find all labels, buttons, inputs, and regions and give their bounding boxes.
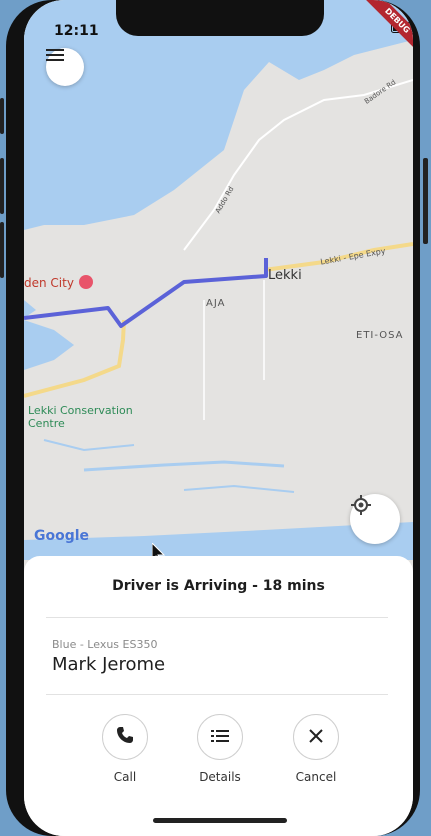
my-location-button[interactable] [350,494,400,544]
menu-button[interactable] [46,48,84,86]
action-row: Call Details Cancel [24,714,413,794]
details-action[interactable]: Details [180,714,260,784]
map-label-eti-osa: ETI-OSA [356,330,404,341]
mute-switch [0,98,4,134]
app-screen: 12:11 DEBUG den City Lekki AJA ETI-OSA L… [24,0,413,836]
cancel-action[interactable]: Cancel [276,714,356,784]
details-label: Details [199,770,241,784]
cancel-label: Cancel [295,770,337,784]
google-attribution: Google [34,528,90,544]
home-indicator[interactable] [153,818,287,823]
details-button[interactable] [197,714,243,760]
device-notch [116,0,324,36]
call-button[interactable] [102,714,148,760]
map-label-conservation: Lekki Conservation Centre [28,404,133,430]
volume-up-button [0,158,4,214]
phone-frame: 12:11 DEBUG den City Lekki AJA ETI-OSA L… [6,0,420,836]
map-view[interactable]: 12:11 DEBUG den City Lekki AJA ETI-OSA L… [24,0,413,564]
power-button [423,158,428,244]
vehicle-info: Blue - Lexus ES350 [52,638,158,651]
driver-name: Mark Jerome [52,654,166,675]
close-icon [309,728,323,747]
map-label-aja: AJA [206,298,226,309]
call-label: Call [113,770,137,784]
volume-down-button [0,222,4,278]
divider-top [46,617,388,618]
list-icon [211,728,229,747]
map-label-city: den City [24,276,74,290]
call-action[interactable]: Call [85,714,165,784]
divider-bottom [46,694,388,695]
driver-status-sheet: Driver is Arriving - 18 mins Blue - Lexu… [24,556,413,836]
cancel-button[interactable] [293,714,339,760]
map-label-lekki: Lekki [268,268,302,283]
status-time: 12:11 [54,23,99,39]
map-canvas [24,0,413,560]
arrival-status-title: Driver is Arriving - 18 mins [112,578,325,594]
phone-icon [116,726,134,748]
